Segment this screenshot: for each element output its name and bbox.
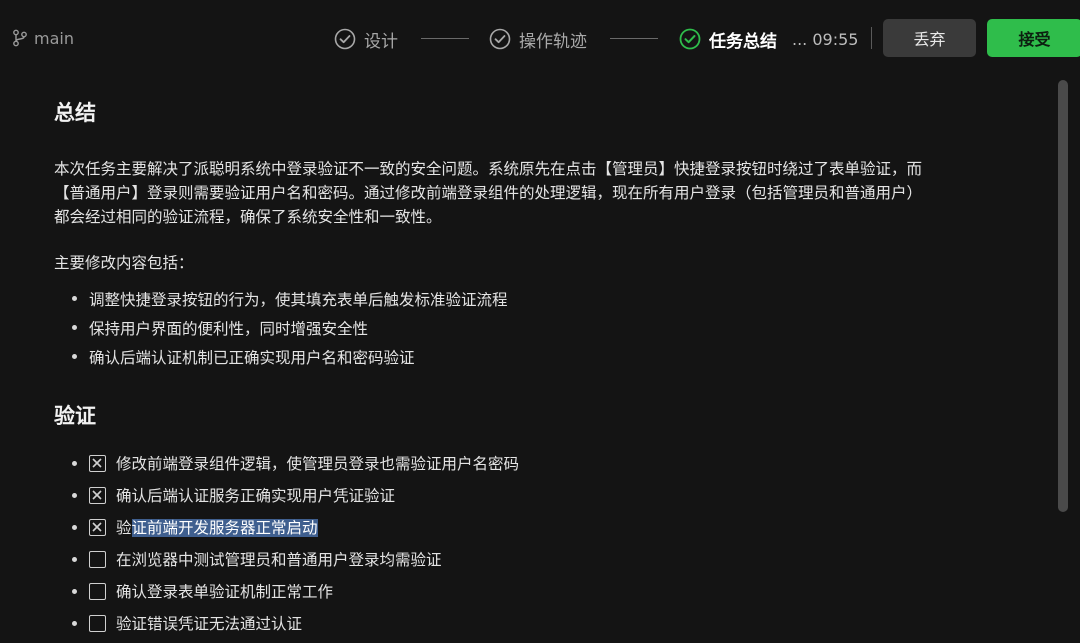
step-trajectory[interactable]: 操作轨迹: [489, 26, 587, 52]
branch-indicator[interactable]: main: [12, 26, 74, 50]
accept-button[interactable]: 接受: [987, 19, 1080, 57]
checkbox-x-icon[interactable]: [89, 518, 106, 536]
step-design[interactable]: 设计: [334, 26, 398, 52]
scrollbar-thumb[interactable]: [1058, 80, 1068, 512]
bullet-icon: [72, 296, 77, 301]
paragraph-line: 都会经过相同的验证流程，确保了系统安全性和一致性。: [54, 208, 442, 226]
verification-list: 修改前端登录组件逻辑，使管理员登录也需验证用户名密码 确认后端认证服务正确实现用…: [72, 447, 519, 639]
list-item: 确认后端认证机制已正确实现用户名和密码验证: [72, 342, 508, 371]
bullet-icon: [72, 588, 77, 594]
checklist-item-text: 验证前端开发服务器正常启动: [116, 516, 318, 538]
step-connector: [421, 38, 469, 39]
bullet-icon: [72, 460, 77, 466]
summary-paragraph: 本次任务主要解决了派聪明系统中登录验证不一致的安全问题。系统原先在点击【管理员】…: [54, 157, 1039, 229]
bullet-icon: [72, 492, 77, 498]
bullet-icon: [72, 325, 77, 330]
checkbox-x-icon[interactable]: [89, 486, 106, 504]
step-label: 操作轨迹: [519, 31, 587, 52]
top-bar: main 设计 操作轨迹 任务总结 ... 09:55 丢弃 接受: [0, 0, 1080, 78]
list-item: 调整快捷登录按钮的行为，使其填充表单后触发标准验证流程: [72, 284, 508, 313]
summary-heading: 总结: [54, 101, 96, 125]
changes-intro: 主要修改内容包括：: [54, 254, 194, 272]
bullet-icon: [72, 354, 77, 359]
checklist-item: 修改前端登录组件逻辑，使管理员登录也需验证用户名密码: [72, 447, 519, 479]
git-branch-icon: [12, 29, 28, 47]
list-item-text: 保持用户界面的便利性，同时增强安全性: [89, 319, 369, 338]
checklist-item-text: 验证错误凭证无法通过认证: [116, 615, 303, 633]
list-item-text: 调整快捷登录按钮的行为，使其填充表单后触发标准验证流程: [89, 290, 508, 309]
check-circle-green-icon: [679, 28, 701, 50]
list-item-text: 确认后端认证机制已正确实现用户名和密码验证: [89, 348, 415, 367]
checkbox-x-icon[interactable]: [89, 454, 106, 472]
discard-button[interactable]: 丢弃: [883, 19, 976, 57]
paragraph-line: 【普通用户】登录则需要验证用户名和密码。通过修改前端登录组件的处理逻辑，现在所有…: [54, 184, 923, 202]
bullet-icon: [72, 556, 77, 562]
check-circle-icon: [334, 28, 356, 50]
verification-heading: 验证: [54, 404, 96, 428]
step-connector: [610, 38, 658, 39]
branch-name: main: [34, 28, 74, 48]
list-item: 保持用户界面的便利性，同时增强安全性: [72, 313, 508, 342]
checklist-item-text: 确认登录表单验证机制正常工作: [116, 583, 334, 601]
checklist-item: 确认后端认证服务正确实现用户凭证验证: [72, 479, 519, 511]
step-summary[interactable]: 任务总结: [679, 26, 777, 52]
checklist-item-text: 在浏览器中测试管理员和普通用户登录均需验证: [116, 551, 442, 569]
summary-panel: 总结 本次任务主要解决了派聪明系统中登录验证不一致的安全问题。系统原先在点击【管…: [0, 78, 1050, 643]
divider: [871, 27, 872, 49]
bullet-icon: [72, 524, 77, 530]
checklist-item-text: 确认后端认证服务正确实现用户凭证验证: [116, 487, 396, 505]
checklist-item: 验证前端开发服务器正常启动: [72, 511, 519, 543]
checklist-item: 在浏览器中测试管理员和普通用户登录均需验证: [72, 543, 519, 575]
checklist-item: 确认登录表单验证机制正常工作: [72, 575, 519, 607]
step-label: 任务总结: [709, 31, 777, 52]
checkbox-empty-icon[interactable]: [89, 582, 106, 600]
bullet-icon: [72, 620, 77, 626]
check-circle-icon: [489, 28, 511, 50]
text-selection: 证前端开发服务器正常启动: [131, 519, 318, 537]
elapsed-timer: ... 09:55: [792, 29, 859, 49]
changes-list: 调整快捷登录按钮的行为，使其填充表单后触发标准验证流程 保持用户界面的便利性，同…: [72, 284, 508, 371]
paragraph-line: 本次任务主要解决了派聪明系统中登录验证不一致的安全问题。系统原先在点击【管理员】…: [54, 160, 923, 178]
checkbox-empty-icon[interactable]: [89, 614, 106, 632]
checklist-item: 验证错误凭证无法通过认证: [72, 607, 519, 639]
checklist-item-text: 修改前端登录组件逻辑，使管理员登录也需验证用户名密码: [116, 455, 520, 473]
text-unselected: 验: [116, 519, 132, 537]
step-label: 设计: [364, 31, 398, 52]
checkbox-empty-icon[interactable]: [89, 550, 106, 568]
